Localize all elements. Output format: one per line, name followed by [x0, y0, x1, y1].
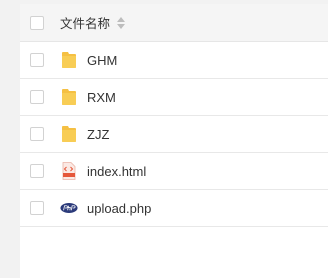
- php-file-icon: [60, 199, 78, 217]
- folder-icon: [60, 51, 78, 69]
- table-row[interactable]: RXM: [20, 79, 328, 116]
- file-name[interactable]: ZJZ: [87, 127, 109, 142]
- table-row[interactable]: upload.php: [20, 190, 328, 227]
- row-checkbox[interactable]: [30, 90, 44, 104]
- table-row[interactable]: index.html: [20, 153, 328, 190]
- row-checkbox[interactable]: [30, 127, 44, 141]
- file-name[interactable]: index.html: [87, 164, 146, 179]
- file-name-cell[interactable]: ZJZ: [60, 116, 109, 152]
- name-column-label: 文件名称: [60, 17, 111, 31]
- sort-icon[interactable]: [117, 16, 126, 29]
- row-checkbox[interactable]: [30, 201, 44, 215]
- folder-icon: [60, 88, 78, 106]
- file-name-cell[interactable]: upload.php: [60, 190, 151, 226]
- select-all-checkbox[interactable]: [30, 15, 44, 30]
- file-name[interactable]: upload.php: [87, 201, 151, 216]
- folder-icon: [60, 125, 78, 143]
- file-name-cell[interactable]: GHM: [60, 42, 117, 78]
- table-row[interactable]: ZJZ: [20, 116, 328, 153]
- file-name-cell[interactable]: index.html: [60, 153, 146, 189]
- file-name-cell[interactable]: RXM: [60, 79, 116, 115]
- file-name[interactable]: RXM: [87, 90, 116, 105]
- file-table-header: 文件名称: [20, 4, 328, 42]
- row-checkbox[interactable]: [30, 164, 44, 178]
- html-file-icon: [60, 162, 78, 180]
- row-checkbox[interactable]: [30, 53, 44, 67]
- table-row[interactable]: GHM: [20, 42, 328, 79]
- name-column-header[interactable]: 文件名称: [60, 4, 126, 41]
- file-name[interactable]: GHM: [87, 53, 117, 68]
